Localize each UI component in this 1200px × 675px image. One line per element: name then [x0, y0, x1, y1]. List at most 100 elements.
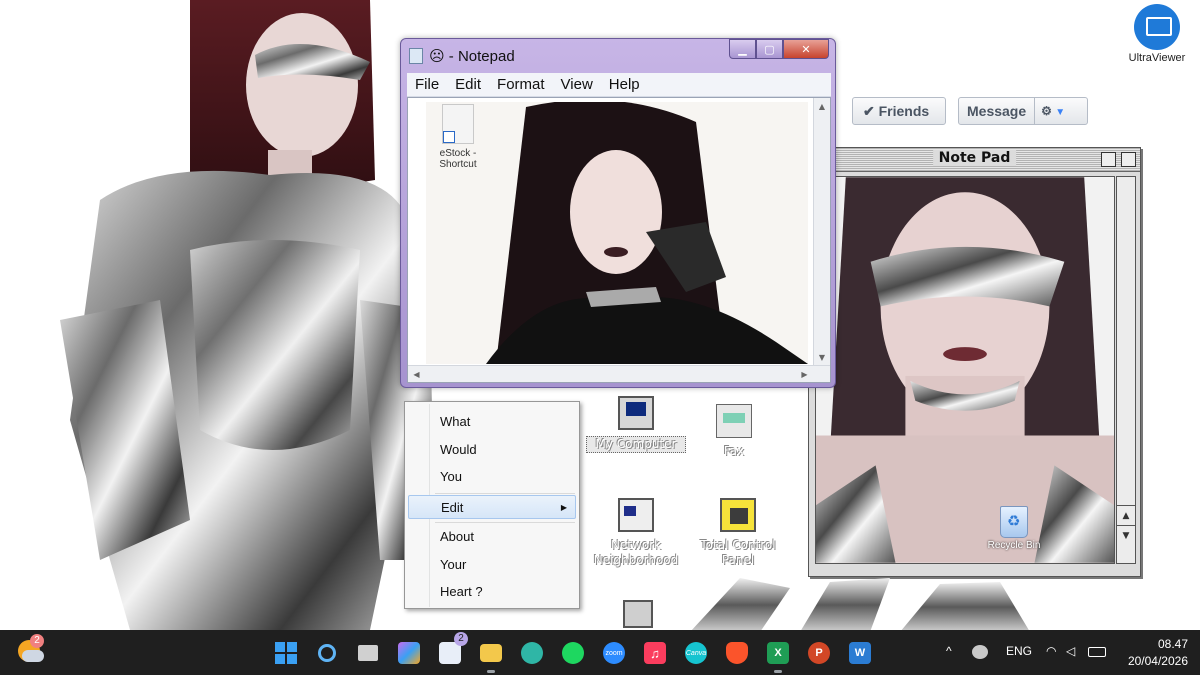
wallpaper-figure-left: [60, 0, 435, 630]
control-panel-label: Total Control Panel: [700, 538, 776, 567]
menu-edit[interactable]: Edit: [455, 76, 481, 93]
context-item-you[interactable]: You: [408, 465, 576, 489]
weather-widget[interactable]: 2: [18, 634, 46, 666]
notepad-titlebar[interactable]: ☹ - Notepad: [409, 43, 515, 69]
brave-icon[interactable]: [721, 637, 753, 669]
context-item-what[interactable]: What: [408, 410, 576, 434]
ultraviewer-label: UltraViewer: [1128, 52, 1186, 64]
excel-icon[interactable]: X: [762, 637, 794, 673]
document-shortcut-icon: [442, 104, 474, 144]
scroll-up-icon[interactable]: ▲: [814, 98, 830, 115]
context-separator: [435, 522, 575, 523]
fax-shortcut[interactable]: Fax: [684, 404, 784, 459]
battery-icon[interactable]: [1088, 647, 1106, 657]
context-item-edit[interactable]: Edit ▶: [408, 495, 576, 519]
recycle-bin-label: Recycle Bin: [987, 540, 1041, 551]
maximize-icon[interactable]: ▢: [756, 39, 783, 59]
store-badge: 2: [454, 632, 468, 646]
context-item-your[interactable]: Your: [408, 553, 576, 577]
word-icon[interactable]: W: [844, 637, 876, 669]
control-panel-icon: [720, 498, 756, 532]
fax-icon: [716, 404, 752, 438]
tray-app-icon[interactable]: [972, 645, 988, 659]
mac-collapse-box[interactable]: [1101, 152, 1116, 167]
menu-format[interactable]: Format: [497, 76, 545, 93]
close-icon[interactable]: ✕: [783, 39, 829, 59]
notepad-vertical-scrollbar[interactable]: ▲ ▼: [813, 98, 830, 366]
menu-help[interactable]: Help: [609, 76, 640, 93]
zoom-icon[interactable]: zoom: [598, 637, 630, 669]
friends-button[interactable]: ✔ Friends: [852, 97, 946, 125]
clock-date: 20/04/2026: [1127, 654, 1188, 668]
estock-shortcut-label: eStock - Shortcut: [439, 148, 477, 170]
menu-view[interactable]: View: [561, 76, 593, 93]
mac-notepad-photo: [816, 177, 1114, 563]
taskbar: 2 2 zoom ♫ Canva X P W ^ ENG ◠ ◁ 08.47 2…: [0, 630, 1200, 675]
recycle-bin-shortcut[interactable]: Recycle Bin: [982, 506, 1046, 551]
estock-shortcut[interactable]: eStock - Shortcut: [432, 104, 484, 170]
clock[interactable]: 08.47 20/04/2026: [1128, 636, 1188, 670]
window-controls: ▁ ▢ ✕: [729, 39, 829, 59]
scroll-right-icon[interactable]: ▶: [796, 366, 813, 382]
chrome-logo-art: [690, 578, 1030, 632]
scroll-down-icon[interactable]: ▼: [814, 349, 830, 366]
mac-zoom-box[interactable]: [1121, 152, 1136, 167]
folder-icon[interactable]: [475, 637, 507, 673]
context-menu: What Would You Edit ▶ About Your Heart ?: [404, 401, 580, 609]
mac-notepad-title: Note Pad: [932, 150, 1017, 166]
task-view-icon[interactable]: [352, 637, 384, 669]
gear-icon[interactable]: ⚙ ▼: [1035, 104, 1071, 118]
network-neighborhood-shortcut[interactable]: Network Neighborhood: [586, 498, 686, 568]
volume-icon[interactable]: ◁: [1066, 644, 1075, 658]
retro-recycle-bin-shortcut[interactable]: [608, 600, 668, 634]
network-label: Network Neighborhood: [593, 538, 679, 567]
retro-recycle-bin-icon: [623, 600, 653, 628]
mac-notepad-window[interactable]: Note Pad ▲ ▼: [808, 147, 1141, 577]
wifi-icon[interactable]: ◠: [1046, 644, 1056, 658]
weather-cloud-icon: [22, 650, 44, 662]
weather-badge: 2: [30, 634, 44, 648]
powerpoint-icon[interactable]: P: [803, 637, 835, 669]
copilot-icon[interactable]: [393, 637, 425, 669]
fax-label: Fax: [723, 444, 745, 458]
scroll-down-icon[interactable]: ▼: [1117, 525, 1135, 545]
control-panel-shortcut[interactable]: Total Control Panel: [688, 498, 788, 568]
context-item-would[interactable]: Would: [408, 438, 576, 462]
ultraviewer-shortcut[interactable]: UltraViewer: [1122, 4, 1192, 64]
scroll-left-icon[interactable]: ◀: [408, 366, 425, 382]
caret-down-icon: ▼: [1055, 107, 1066, 118]
message-button-group[interactable]: Message ⚙ ▼: [958, 97, 1088, 125]
spotify-icon[interactable]: [557, 637, 589, 669]
clock-time: 08.47: [1157, 637, 1188, 651]
notepad-horizontal-scrollbar[interactable]: ◀ ▶: [408, 365, 830, 382]
message-button[interactable]: Message: [959, 98, 1036, 124]
menu-file[interactable]: File: [415, 76, 439, 93]
mac-notepad-titlebar[interactable]: Note Pad: [809, 148, 1140, 172]
taskbar-apps: 2 zoom ♫ Canva X P W: [270, 632, 876, 673]
search-icon[interactable]: [311, 637, 343, 669]
network-icon: [618, 498, 654, 532]
tray-chevron-icon[interactable]: ^: [946, 644, 952, 658]
friends-label: ✔ Friends: [863, 102, 930, 119]
mac-scrollbar[interactable]: ▲ ▼: [1116, 176, 1136, 564]
notepad-body[interactable]: eStock - Shortcut ▲ ▼ ◀ ▶: [407, 97, 831, 383]
my-computer-label: My Computer: [586, 436, 686, 453]
canva-icon[interactable]: Canva: [680, 637, 712, 669]
windows-start-icon[interactable]: [270, 637, 302, 669]
context-item-heart[interactable]: Heart ?: [408, 580, 576, 604]
scroll-up-icon[interactable]: ▲: [1117, 505, 1135, 525]
computer-icon: [618, 396, 654, 430]
system-tray: ^ ENG ◠ ◁ 08.47 20/04/2026: [930, 630, 1200, 675]
edge-icon[interactable]: [516, 637, 548, 669]
store-icon[interactable]: 2: [434, 632, 468, 669]
recycle-bin-icon: [1000, 506, 1028, 538]
my-computer-shortcut[interactable]: My Computer: [586, 396, 686, 453]
mac-notepad-content: [815, 176, 1115, 564]
language-indicator[interactable]: ENG: [1006, 644, 1032, 658]
music-icon[interactable]: ♫: [639, 637, 671, 669]
notepad-title: ☹ - Notepad: [429, 48, 515, 65]
context-item-about[interactable]: About: [408, 525, 576, 549]
context-separator: [435, 493, 575, 494]
minimize-icon[interactable]: ▁: [729, 39, 756, 59]
notepad-window[interactable]: ☹ - Notepad ▁ ▢ ✕ File Edit Format View …: [400, 38, 836, 388]
